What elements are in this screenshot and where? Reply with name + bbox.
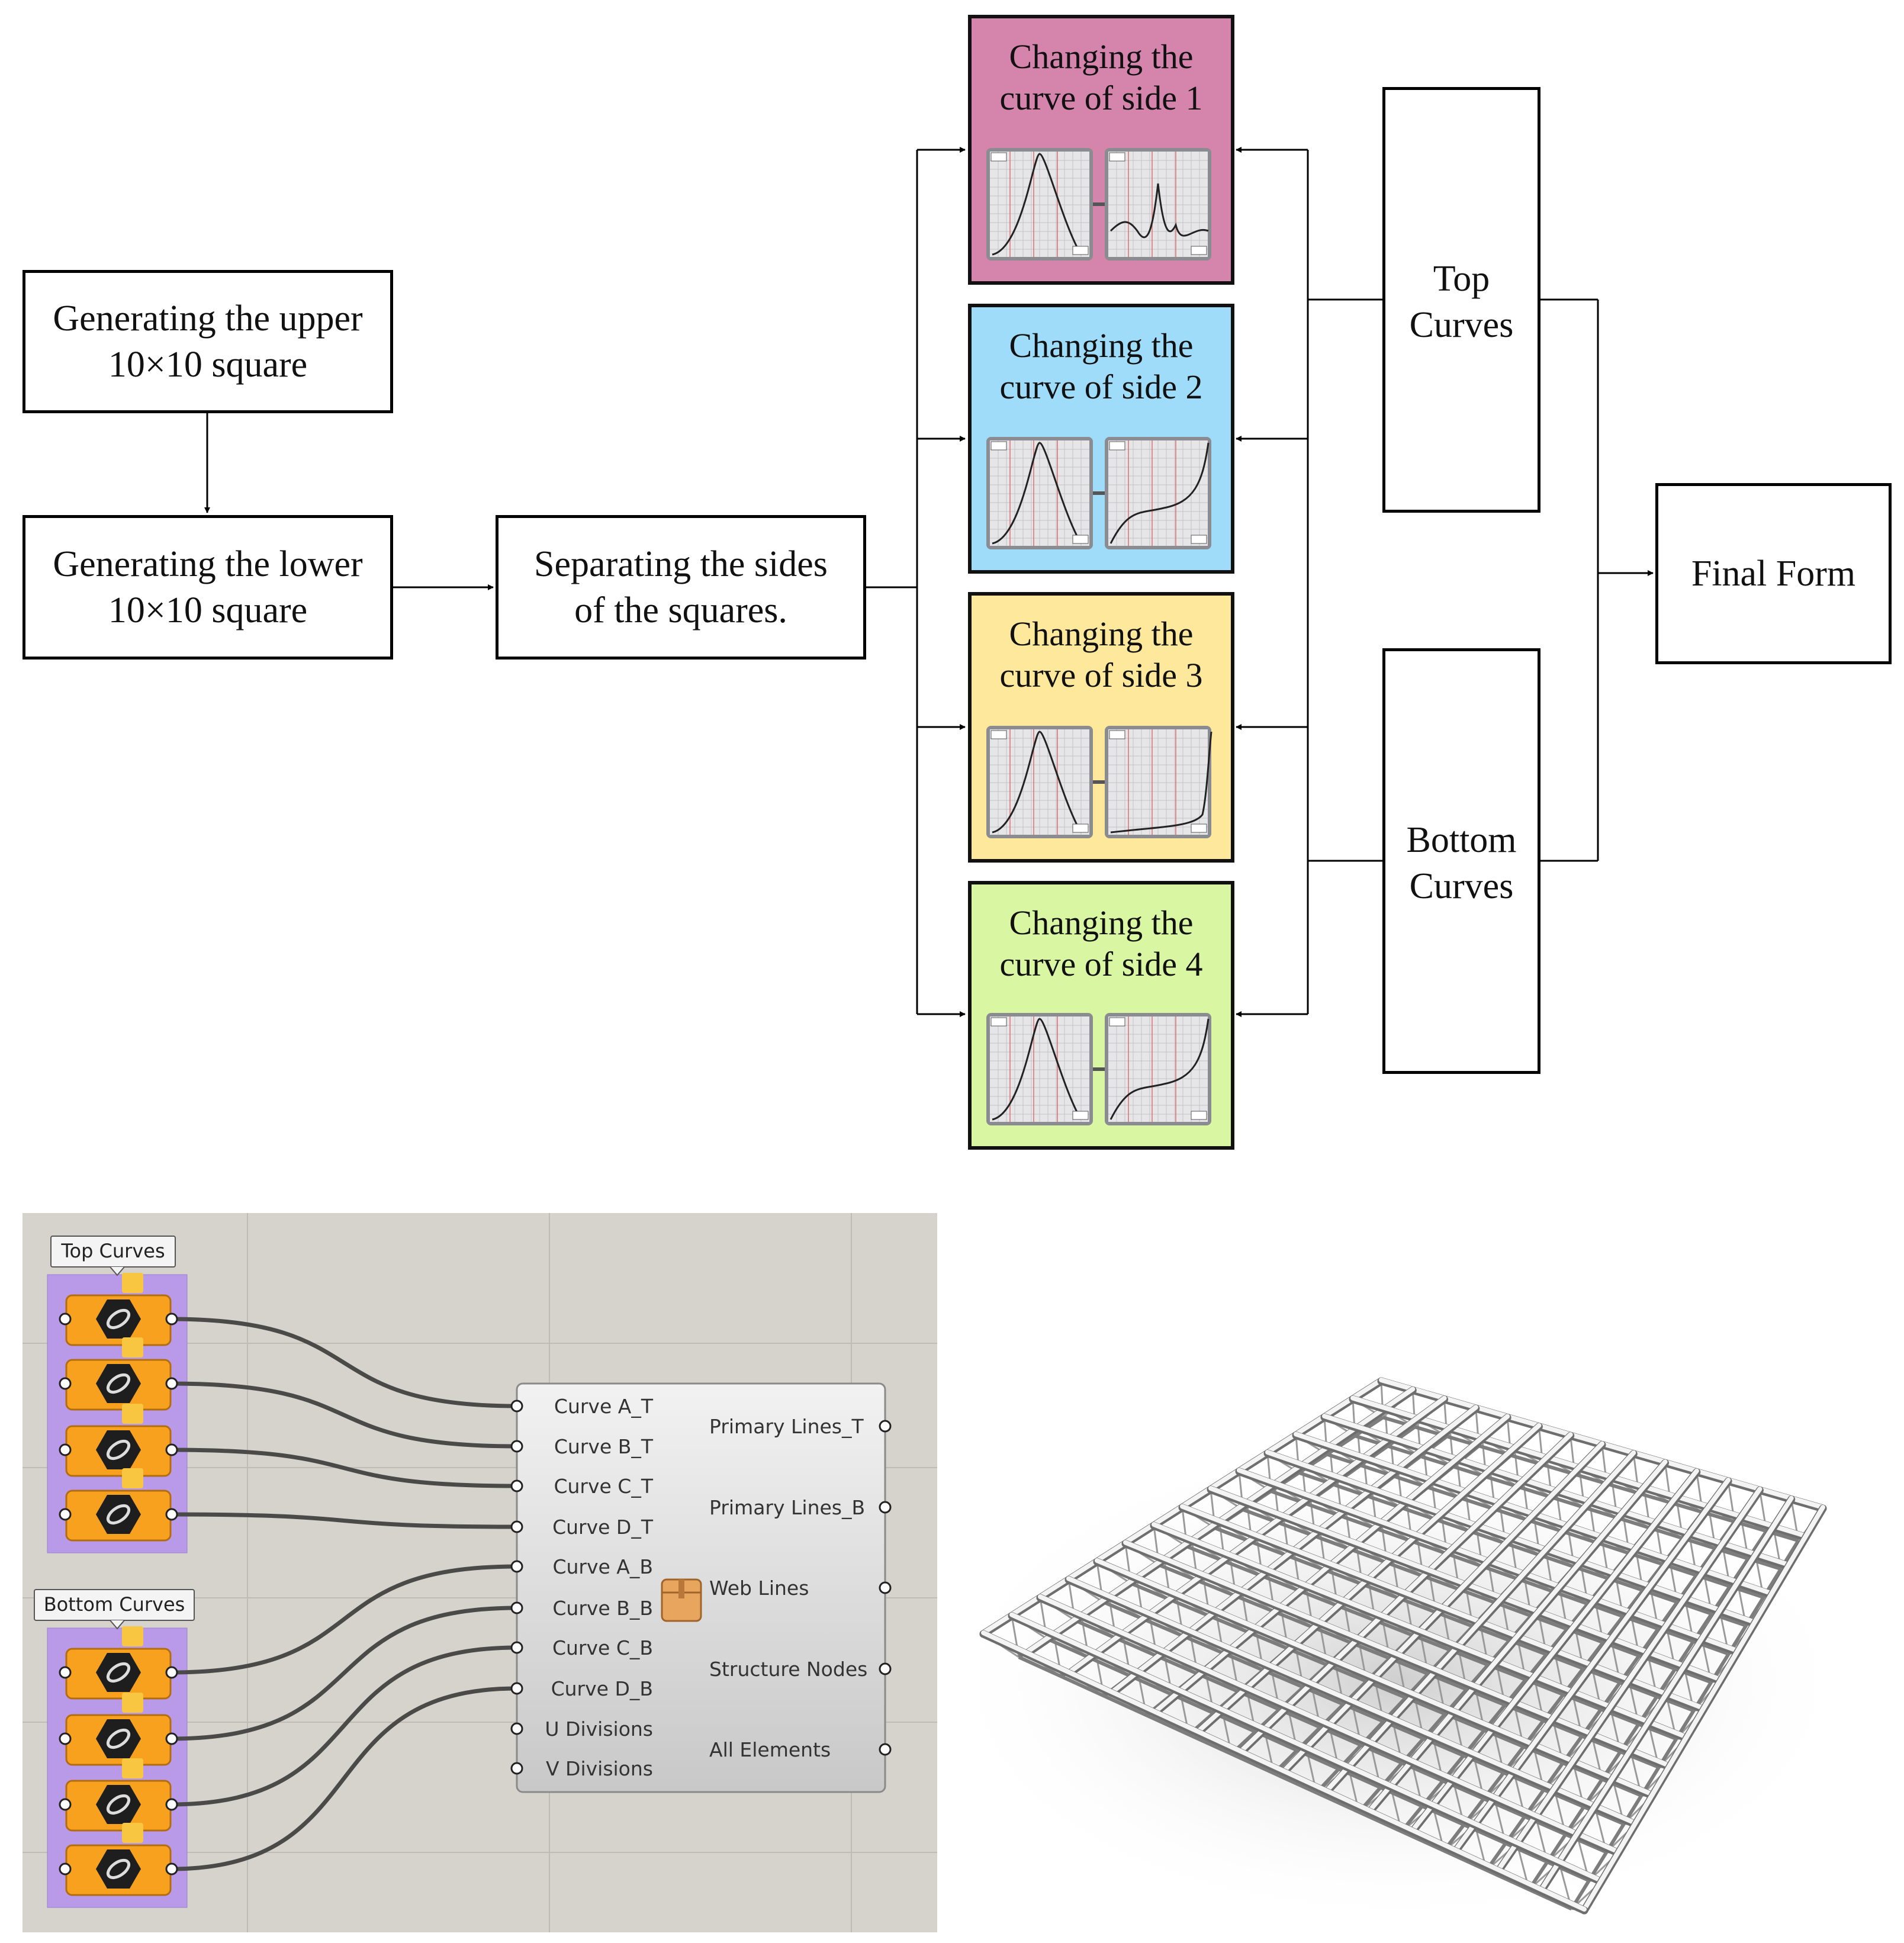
group-label-top: Top Curves (60, 1240, 165, 1262)
input-port (510, 1601, 523, 1614)
graph-mapper-pair (986, 148, 1211, 260)
lower-line1: Generating the lower (53, 544, 363, 584)
output-grip (165, 1377, 178, 1390)
param-flag-icon (122, 1823, 143, 1843)
input-label: Curve A_T (554, 1395, 654, 1418)
input-label: Curve C_T (554, 1475, 653, 1498)
param-flag-icon (122, 1468, 143, 1488)
input-grip (59, 1862, 72, 1876)
input-port (510, 1560, 523, 1573)
param-flag-icon (122, 1693, 143, 1713)
lower-square-box: Generating the lower 10×10 square (22, 515, 393, 660)
output-grip (165, 1798, 178, 1811)
output-grip (165, 1443, 178, 1456)
output-grip (165, 1313, 178, 1326)
wire (170, 1686, 517, 1871)
graph-mapper-2 (1105, 726, 1212, 838)
input-label: Curve C_B (552, 1636, 653, 1659)
sep-line1: Separating the sides (534, 544, 828, 584)
output-port (879, 1501, 892, 1514)
side-4-box: Changing the curve of side 4 (968, 881, 1234, 1150)
output-port (879, 1743, 892, 1756)
group-label-bottom: Bottom Curves (44, 1593, 185, 1616)
input-port (510, 1641, 523, 1654)
graph-mapper-1 (986, 1013, 1093, 1125)
input-label: Curve A_B (552, 1555, 653, 1578)
graph-mapper-2 (1105, 1013, 1211, 1125)
input-grip (59, 1377, 72, 1390)
lower-line2: 10×10 square (108, 590, 308, 630)
param-flag-icon (122, 1337, 143, 1357)
top-curves-box: Top Curves (1382, 87, 1540, 513)
final-form-box: Final Form (1655, 483, 1892, 664)
wire (170, 1317, 517, 1408)
param-flag-icon (122, 1404, 143, 1424)
side-2-box: Changing the curve of side 2 (968, 304, 1234, 574)
output-port (879, 1420, 892, 1433)
param-flag-icon (122, 1273, 143, 1293)
output-port (879, 1662, 892, 1675)
wire (170, 1606, 517, 1741)
graph-mapper-1 (986, 148, 1093, 260)
input-port (510, 1520, 523, 1533)
wire (170, 1512, 517, 1529)
side-4-title: Changing the curve of side 4 (999, 903, 1203, 983)
side-1-box: Changing the curve of side 1 (968, 15, 1234, 285)
side-3-title: Changing the curve of side 3 (999, 615, 1203, 694)
output-label: All Elements (709, 1738, 831, 1761)
space-frame-render (947, 1377, 1859, 1930)
graph-mapper-pair (986, 1013, 1211, 1125)
output-label: Primary Lines_T (709, 1415, 864, 1438)
input-grip (59, 1798, 72, 1811)
input-label: Curve D_B (551, 1677, 653, 1700)
input-port (510, 1762, 523, 1775)
input-grip (59, 1508, 72, 1521)
separating-box: Separating the sides of the squares. (496, 515, 866, 660)
output-label: Web Lines (709, 1577, 809, 1600)
output-grip (165, 1666, 178, 1679)
output-port (879, 1581, 892, 1594)
param-flag-icon (122, 1758, 143, 1778)
input-grip (59, 1443, 72, 1456)
input-port (510, 1479, 523, 1492)
param-flag-icon (122, 1626, 143, 1646)
grasshopper-canvas[interactable]: Top Curves Bottom Curves Curve A_T Curve B_… (22, 1213, 937, 1932)
wire (170, 1564, 517, 1675)
input-port (510, 1682, 523, 1695)
input-label: Curve B_B (552, 1597, 653, 1620)
graph-mapper-pair (986, 437, 1211, 549)
output-label: Structure Nodes (709, 1658, 867, 1681)
graph-mapper-1 (986, 726, 1093, 838)
output-grip (165, 1508, 178, 1521)
side-3-box: Changing the curve of side 3 (968, 592, 1234, 863)
input-label: Curve B_T (554, 1435, 654, 1458)
input-grip (59, 1732, 72, 1745)
input-port (510, 1400, 523, 1413)
output-grip (165, 1732, 178, 1745)
wire (170, 1381, 517, 1449)
output-grip (165, 1862, 178, 1876)
graph-mapper-1 (986, 437, 1093, 549)
input-grip (59, 1313, 72, 1326)
side-1-title: Changing the curve of side 1 (999, 37, 1203, 117)
input-label: V Divisions (546, 1757, 653, 1780)
graph-mapper-2 (1105, 148, 1211, 260)
input-port (510, 1440, 523, 1453)
graph-mapper-pair (986, 726, 1212, 838)
side-2-title: Changing the curve of side 2 (999, 326, 1203, 406)
sep-line2: of the squares. (574, 590, 787, 630)
bottom-curves-box: Bottom Curves (1382, 648, 1540, 1074)
input-label: Curve D_T (552, 1516, 654, 1539)
upper-line2: 10×10 square (108, 345, 308, 385)
input-port (510, 1722, 523, 1735)
graph-mapper-2 (1105, 437, 1211, 549)
space-frame-component[interactable]: Curve A_T Curve B_T Curve C_T Curve D_T Curv… (510, 1382, 892, 1793)
upper-line1: Generating the upper (53, 298, 363, 339)
final-form-label: Final Form (1691, 554, 1856, 594)
input-grip (59, 1666, 72, 1679)
input-label: U Divisions (545, 1717, 653, 1741)
upper-square-box: Generating the upper 10×10 square (22, 270, 393, 413)
output-label: Primary Lines_B (709, 1496, 865, 1519)
